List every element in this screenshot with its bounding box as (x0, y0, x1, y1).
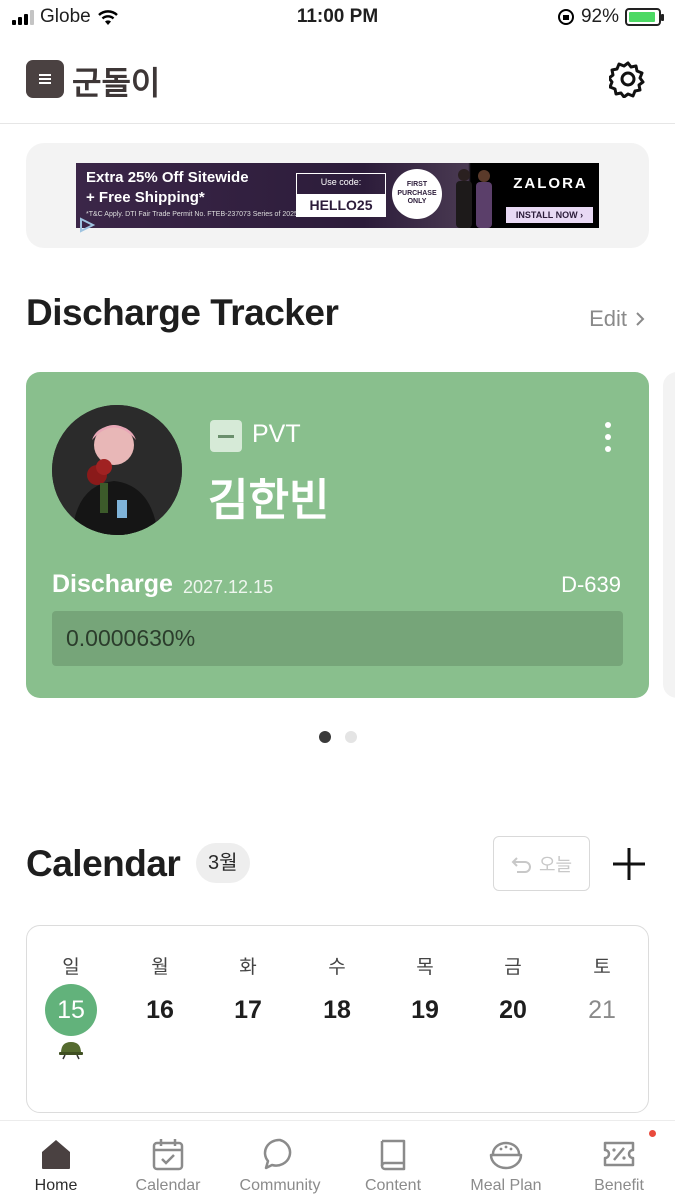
ad-fine-print: *T&C Apply. DTI Fair Trade Permit No. FT… (86, 211, 298, 218)
chevron-right-icon (636, 312, 645, 326)
day-number-selected[interactable]: 15 (45, 984, 97, 1036)
chat-bubble-icon (263, 1138, 292, 1170)
ad-headline: Extra 25% Off Sitewide (86, 169, 249, 186)
rank-insignia-icon (210, 420, 242, 452)
tab-label: Benefit (594, 1177, 644, 1194)
rice-bowl-icon (489, 1141, 523, 1170)
tab-label: Community (239, 1177, 321, 1194)
more-options-icon[interactable] (603, 422, 613, 452)
progress-percent: 0.0000630% (66, 625, 196, 651)
rank-label: PVT (252, 420, 301, 448)
book-icon (380, 1139, 406, 1171)
notification-dot (649, 1130, 656, 1137)
weekday-label: 토 (593, 957, 611, 978)
tab-label: Content (364, 1177, 422, 1194)
weekday-label: 수 (328, 957, 346, 978)
ad-choices-icon[interactable] (78, 216, 96, 234)
ad-banner[interactable]: Extra 25% Off Sitewide + Free Shipping* … (76, 163, 599, 228)
tab-benefit[interactable]: Benefit (563, 1121, 675, 1200)
day-number[interactable]: 20 (487, 984, 539, 1036)
weekday-label: 일 (62, 957, 80, 978)
dday-count: D-639 (561, 572, 621, 597)
tab-label: Meal Plan (470, 1177, 542, 1194)
day-number[interactable]: 19 (399, 984, 451, 1036)
day-number[interactable]: 21 (576, 984, 628, 1036)
status-right: 92% (557, 6, 664, 28)
tab-content[interactable]: Content (337, 1121, 449, 1200)
day-number[interactable]: 16 (134, 984, 186, 1036)
ad-code-label: Use code: (320, 177, 362, 187)
bottom-tab-bar: Home Calendar Community Content Meal Pla… (0, 1120, 675, 1200)
tab-label: Home (34, 1177, 78, 1194)
weekday-label: 금 (504, 957, 522, 978)
ad-install-button[interactable]: INSTALL NOW › (506, 207, 593, 223)
ad-badge: FIRST PURCHASE ONLY (392, 169, 442, 219)
app-header: 군돌이 (0, 50, 675, 124)
next-card-peek[interactable] (663, 372, 675, 698)
menu-icon (39, 78, 51, 80)
gear-icon[interactable] (609, 60, 647, 98)
calendar-icon (152, 1139, 184, 1171)
week-strip: 일 15 월 16 화 17 수 18 목 19 금 20 토 21 (26, 925, 649, 1113)
orientation-lock-icon (557, 9, 574, 25)
discharge-progress-bar: 0.0000630% (52, 611, 623, 666)
carousel-pager (0, 731, 675, 743)
discharge-tracker-title: Discharge Tracker (26, 292, 339, 333)
discharge-label: Discharge (52, 570, 173, 598)
app-title: 군돌이 (72, 65, 161, 101)
tab-calendar[interactable]: Calendar (112, 1121, 224, 1200)
weekday-label: 월 (151, 957, 169, 978)
today-button[interactable]: 오늘 (493, 836, 590, 891)
ad-code: HELLO25 (297, 194, 385, 216)
discharge-date: 2027.12.15 (183, 577, 274, 597)
calendar-title: Calendar (26, 843, 181, 884)
status-bar: Globe 11:00 PM 92% (0, 0, 675, 36)
day-number[interactable]: 17 (222, 984, 274, 1036)
battery-icon (625, 8, 664, 26)
ad-subheadline: + Free Shipping* (86, 189, 205, 206)
ad-brand: ZALORA (513, 175, 588, 192)
pager-dot-1[interactable] (318, 731, 331, 743)
day-number[interactable]: 18 (311, 984, 363, 1036)
weekday-label: 목 (416, 957, 434, 978)
tab-meal-plan[interactable]: Meal Plan (450, 1121, 562, 1200)
coupon-icon (603, 1141, 635, 1167)
undo-icon (511, 856, 531, 873)
battery-percent: 92% (580, 6, 619, 27)
tab-community[interactable]: Community (224, 1121, 336, 1200)
home-icon (42, 1140, 70, 1169)
menu-button[interactable] (26, 60, 64, 98)
ad-models-image (456, 169, 492, 228)
discharge-card[interactable]: PVT 김한빈 Discharge 2027.12.15 D-639 0.000… (26, 372, 649, 698)
plus-icon[interactable] (610, 845, 648, 883)
edit-label: Edit (589, 306, 627, 331)
soldier-name: 김한빈 (208, 476, 330, 525)
profile-photo (52, 405, 182, 535)
tab-home[interactable]: Home (0, 1121, 112, 1200)
today-label: 오늘 (538, 854, 573, 875)
month-badge[interactable]: 3월 (196, 843, 250, 883)
tab-label: Calendar (135, 1177, 201, 1194)
edit-button[interactable]: Edit (589, 306, 645, 332)
weekday-label: 화 (239, 957, 257, 978)
avatar (52, 405, 182, 535)
ad-code-box: Use code: HELLO25 (296, 173, 386, 217)
helmet-icon (59, 1042, 83, 1060)
pager-dot-2[interactable] (344, 731, 357, 743)
ad-container: Extra 25% Off Sitewide + Free Shipping* … (26, 143, 649, 248)
